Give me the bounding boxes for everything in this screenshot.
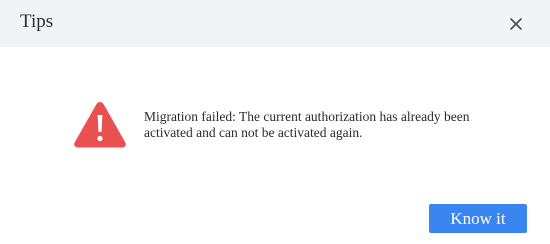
error-message: Migration failed: The current authorizat…	[144, 109, 470, 140]
warning-triangle-icon	[72, 99, 128, 149]
dialog-header: Tips	[0, 0, 550, 47]
tips-dialog: Tips Migration failed: The current autho…	[0, 0, 550, 244]
close-icon	[505, 13, 527, 35]
dialog-body: Migration failed: The current authorizat…	[0, 47, 550, 244]
close-button[interactable]	[505, 13, 527, 35]
know-it-button[interactable]: Know it	[429, 204, 527, 233]
dialog-title: Tips	[20, 11, 54, 32]
